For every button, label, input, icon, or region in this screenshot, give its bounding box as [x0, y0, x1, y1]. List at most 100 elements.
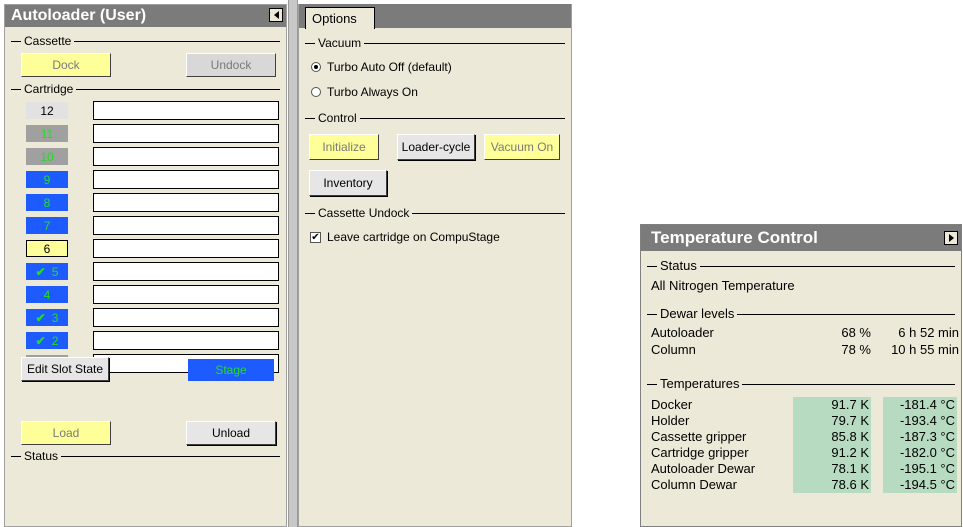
status-group-label: Status — [14, 449, 62, 463]
cartridge-slot-name-field[interactable] — [93, 170, 279, 189]
turbo-auto-off-label: Turbo Auto Off (default) — [327, 60, 452, 74]
check-icon: ✔ — [35, 264, 46, 279]
temp-status-group: Status — [647, 259, 955, 273]
check-icon: ✔ — [35, 310, 46, 325]
cartridge-slot-name-field[interactable] — [93, 285, 279, 304]
cartridge-slot[interactable]: 11 — [26, 125, 68, 142]
cartridge-slot[interactable]: 8 — [26, 194, 68, 211]
turbo-always-on-label: Turbo Always On — [327, 85, 418, 99]
temperature-control-panel: Temperature Control Status All Nitrogen … — [640, 224, 962, 527]
cartridge-slot-name-field[interactable] — [93, 216, 279, 235]
cartridge-slot-name-field[interactable] — [93, 124, 279, 143]
cartridge-slot[interactable]: 7 — [26, 217, 68, 234]
temperature-kelvin: 91.2 K — [793, 445, 871, 461]
temperature-sensor-name: Cassette gripper — [651, 429, 747, 444]
cartridge-slot-name-field[interactable] — [93, 262, 279, 281]
cartridge-group-label: Cartridge — [14, 82, 77, 96]
temperature-celsius: -193.4 °C — [883, 413, 957, 429]
dewar-time: 10 h 55 min — [891, 342, 959, 357]
cartridge-slot[interactable]: 4 — [26, 286, 68, 303]
cartridge-slot-number: 12 — [40, 103, 54, 118]
checkmark-icon: ✔ — [311, 232, 320, 243]
arrow-right-icon — [948, 234, 954, 242]
options-panel: Options Vacuum Turbo Auto Off (default) … — [298, 4, 572, 527]
temperature-title-bar: Temperature Control — [641, 225, 961, 251]
temperature-sensor-name: Cartridge gripper — [651, 445, 749, 460]
dewar-percent: 68 % — [841, 325, 871, 340]
cartridge-slot-name-field[interactable] — [93, 308, 279, 327]
edit-slot-state-button[interactable]: Edit Slot State — [21, 357, 109, 381]
panel-splitter[interactable] — [288, 0, 298, 527]
dewar-levels-group: Dewar levels — [647, 307, 955, 321]
cartridge-slot[interactable]: 6 — [26, 240, 68, 257]
control-group-label: Control — [308, 111, 360, 125]
cartridge-slot[interactable]: 10 — [26, 148, 68, 165]
turbo-auto-off-radio[interactable] — [311, 62, 321, 72]
vacuum-group-label: Vacuum — [308, 36, 365, 50]
temperature-kelvin: 78.6 K — [793, 477, 871, 493]
cartridge-slot[interactable]: 12 — [26, 102, 68, 119]
undock-button[interactable]: Undock — [186, 53, 276, 77]
temperature-kelvin: 91.7 K — [793, 397, 871, 413]
vacuum-on-button[interactable]: Vacuum On — [484, 134, 560, 160]
cartridge-slot-name-field[interactable] — [93, 101, 279, 120]
arrow-left-icon — [273, 11, 279, 19]
status-group: Status — [11, 449, 280, 463]
autoloader-title-bar: Autoloader (User) — [5, 5, 286, 27]
cartridge-slot-number: 8 — [43, 195, 51, 210]
check-icon: ✔ — [35, 333, 46, 348]
temperature-kelvin: 79.7 K — [793, 413, 871, 429]
cartridge-slot-name-field[interactable] — [93, 239, 279, 258]
cassette-group: Cassette — [11, 34, 280, 48]
autoloader-title: Autoloader (User) — [11, 7, 147, 24]
cartridge-slot-number: 6 — [43, 241, 51, 256]
cartridge-slot-number: 4 — [43, 287, 51, 302]
stage-indicator: Stage — [188, 359, 274, 381]
temperatures-group-label: Temperatures — [650, 377, 743, 391]
dock-button[interactable]: Dock — [21, 53, 111, 77]
cartridge-slot-number: 10 — [40, 149, 54, 164]
cartridge-slot-name-field[interactable] — [93, 193, 279, 212]
unload-button[interactable]: Unload — [186, 421, 276, 445]
temperature-celsius: -194.5 °C — [883, 477, 957, 493]
leave-cartridge-checkbox[interactable]: ✔ — [310, 232, 321, 243]
autoloader-panel: Autoloader (User) Cassette Dock Undock C… — [4, 4, 287, 527]
dewar-name: Autoloader — [651, 325, 714, 340]
dewar-percent: 78 % — [841, 342, 871, 357]
cartridge-slot[interactable]: ✔ 5 — [26, 263, 68, 280]
tab-options[interactable]: Options — [305, 7, 375, 29]
turbo-always-on-radio[interactable] — [311, 87, 321, 97]
temperature-celsius: -182.0 °C — [883, 445, 957, 461]
temperature-sensor-name: Holder — [651, 413, 690, 428]
temperature-celsius: -181.4 °C — [883, 397, 957, 413]
cartridge-slot-name-field[interactable] — [93, 331, 279, 350]
cartridge-slot-number: 2 — [51, 333, 59, 348]
load-button[interactable]: Load — [21, 421, 111, 445]
dewar-levels-group-label: Dewar levels — [650, 307, 738, 321]
initialize-button[interactable]: Initialize — [309, 134, 379, 160]
cassette-undock-group-label: Cassette Undock — [308, 206, 413, 220]
expand-panel-button[interactable] — [944, 231, 958, 245]
cartridge-slot[interactable]: 9 — [26, 171, 68, 188]
cartridge-slot[interactable]: ✔ 2 — [26, 332, 68, 349]
temperature-kelvin: 78.1 K — [793, 461, 871, 477]
dewar-name: Column — [651, 342, 696, 357]
temperature-sensor-name: Column Dewar — [651, 477, 737, 492]
cartridge-slot-number: 11 — [40, 126, 54, 141]
temperature-kelvin: 85.8 K — [793, 429, 871, 445]
loader-cycle-button[interactable]: Loader-cycle — [397, 134, 475, 160]
cartridge-slot-name-field[interactable] — [93, 147, 279, 166]
collapse-panel-button[interactable] — [269, 8, 283, 22]
temperature-sensor-name: Autoloader Dewar — [651, 461, 756, 476]
temperature-celsius: -195.1 °C — [883, 461, 957, 477]
cartridge-slot[interactable]: ✔ 3 — [26, 309, 68, 326]
temperature-sensor-name: Docker — [651, 397, 693, 412]
temperature-celsius: -187.3 °C — [883, 429, 957, 445]
cassette-group-label: Cassette — [14, 34, 75, 48]
inventory-button[interactable]: Inventory — [309, 170, 387, 196]
cartridge-slot-number: 9 — [43, 172, 51, 187]
control-group: Control — [305, 111, 565, 125]
cassette-undock-group: Cassette Undock — [305, 206, 565, 220]
vacuum-group: Vacuum — [305, 36, 565, 50]
cartridge-slot-number: 5 — [51, 264, 59, 279]
